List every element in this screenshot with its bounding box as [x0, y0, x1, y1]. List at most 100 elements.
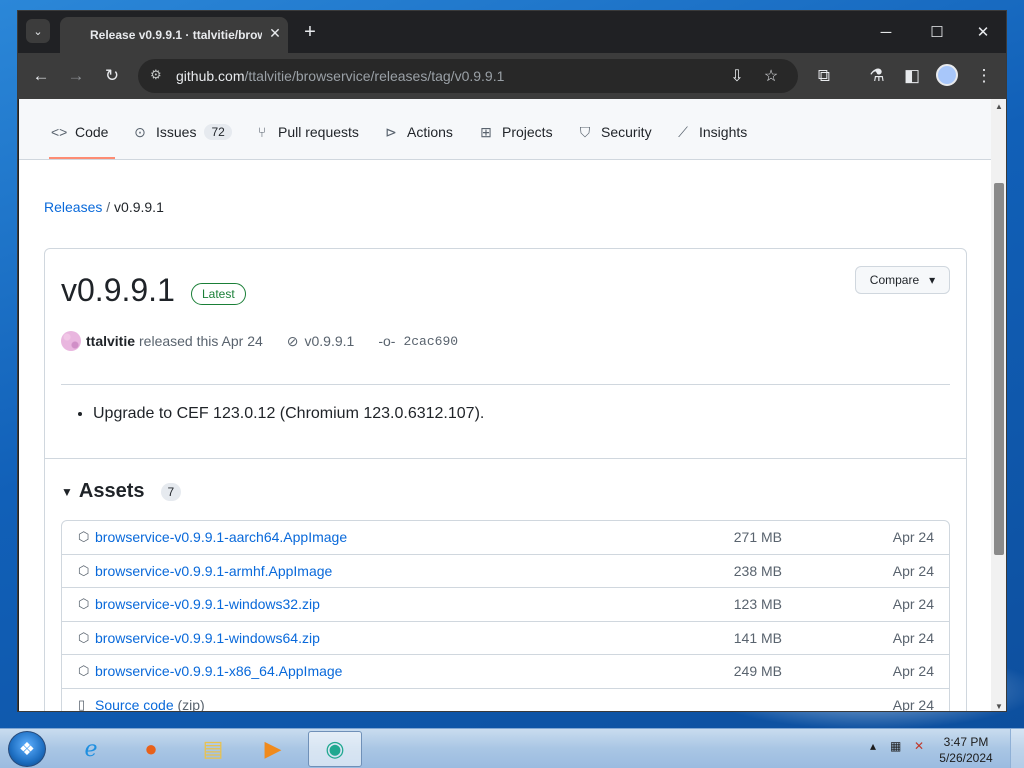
release-meta: ttalvitie released this Apr 24 ⊘ v0.9.9.…	[61, 331, 458, 351]
labs-button[interactable]: ⚗	[865, 64, 889, 88]
start-button[interactable]: ❖	[8, 731, 46, 767]
close-icon: ✕	[976, 24, 990, 41]
tab-code[interactable]: <> Code	[51, 121, 108, 143]
tab-strip: ⌄ Release v0.9.9.1 · ttalvitie/browservi…	[18, 11, 1006, 53]
side-panel-button[interactable]: ◧	[900, 64, 924, 88]
tab-insights[interactable]: ⟋ Insights	[675, 121, 747, 143]
asset-row: ▯ Source code (zip) Apr 24	[62, 689, 949, 712]
reload-button[interactable]: ↻	[100, 64, 124, 88]
author-link[interactable]: ttalvitie	[86, 333, 135, 349]
author-avatar[interactable]	[61, 331, 81, 351]
asset-list: ⬡ browservice-v0.9.9.1-aarch64.AppImage …	[61, 520, 950, 712]
breadcrumb-releases-link[interactable]: Releases	[44, 199, 102, 215]
clock[interactable]: 3:47 PM 5/26/2024	[936, 734, 996, 766]
internet-explorer-icon: ℯ	[84, 736, 98, 761]
issues-counter: 72	[204, 124, 232, 140]
asset-link[interactable]: browservice-v0.9.9.1-windows32.zip	[95, 596, 320, 612]
asset-size: 271 MB	[733, 529, 782, 545]
scroll-thumb[interactable]	[994, 183, 1004, 555]
bookmark-star-icon[interactable]: ☆	[760, 65, 782, 87]
address-bar[interactable]: ⚙ github.com/ttalvitie/browservice/relea…	[138, 59, 798, 93]
asset-date: Apr 24	[892, 696, 934, 712]
install-app-icon[interactable]: ⇩	[726, 65, 748, 87]
page-viewport: <> Code ⊙ Issues 72 ⑂ Pull requests ⊳ Ac…	[19, 99, 991, 712]
asset-name: browservice-v0.9.9.1-x86_64.AppImage	[95, 663, 343, 679]
browser-toolbar: ← → ↻ ⚙ github.com/ttalvitie/browservice…	[18, 53, 1006, 99]
kebab-menu-icon: ⋮	[975, 66, 993, 85]
tag-link[interactable]: v0.9.9.1	[305, 333, 355, 349]
tab-code-label: Code	[75, 124, 109, 140]
file-zip-icon: ▯	[78, 696, 86, 712]
maximize-button[interactable]: ☐	[922, 19, 952, 45]
address-url: github.com/ttalvitie/browservice/release…	[176, 68, 504, 84]
site-info-icon[interactable]: ⚙	[150, 67, 162, 83]
forward-button[interactable]: →	[64, 64, 88, 88]
asset-size: 123 MB	[733, 596, 782, 612]
tab-actions[interactable]: ⊳ Actions	[383, 121, 453, 143]
reload-icon: ↻	[104, 66, 120, 85]
taskbar-app-explorer[interactable]: ▤	[186, 731, 240, 767]
shield-icon: ⛉	[579, 123, 591, 140]
asset-name: browservice-v0.9.9.1-aarch64.AppImage	[95, 529, 348, 545]
page-scrollbar[interactable]: ▲ ▼	[991, 99, 1006, 711]
tab-issues[interactable]: ⊙ Issues 72	[132, 121, 232, 143]
show-desktop-button[interactable]	[1010, 729, 1024, 768]
folder-icon: ▤	[202, 736, 224, 761]
tab-security-label: Security	[601, 124, 652, 140]
tab-security[interactable]: ⛉ Security	[577, 121, 652, 143]
taskbar-app-firefox[interactable]: ●	[124, 731, 178, 767]
taskbar: ❖ ℯ ● ▤ ▶ ◉ ▴ ▦ ✕ 3:47 PM 5/26/2024	[0, 728, 1024, 768]
asset-name: browservice-v0.9.9.1-windows64.zip	[95, 629, 320, 646]
table-icon: ⊞	[480, 123, 492, 140]
tag-icon: ⊘	[286, 332, 299, 349]
released-text: released this Apr 24	[139, 333, 263, 349]
repo-nav: <> Code ⊙ Issues 72 ⑂ Pull requests ⊳ Ac…	[19, 99, 991, 160]
breadcrumb-separator: /	[106, 199, 111, 215]
caret-down-icon: ▼	[61, 484, 73, 499]
asset-link[interactable]: Source code (zip)	[95, 696, 205, 712]
asset-link[interactable]: browservice-v0.9.9.1-windows64.zip	[95, 630, 320, 646]
volume-muted-icon[interactable]: ✕	[914, 739, 924, 753]
back-button[interactable]: ←	[29, 64, 53, 88]
taskbar-app-browser[interactable]: ◉	[308, 731, 362, 767]
asset-size: 249 MB	[733, 663, 782, 679]
asset-link[interactable]: browservice-v0.9.9.1-armhf.AppImage	[95, 563, 332, 579]
menu-button[interactable]: ⋮	[972, 64, 996, 88]
scroll-down-arrow-icon[interactable]: ▼	[991, 699, 1006, 711]
arrow-left-icon: ←	[32, 66, 50, 85]
show-hidden-icons-icon[interactable]: ▴	[870, 739, 876, 753]
release-title[interactable]: v0.9.9.1	[61, 272, 175, 309]
compare-button[interactable]: Compare ▾	[855, 266, 950, 294]
release-note-item: Upgrade to CEF 123.0.12 (Chromium 123.0.…	[93, 405, 484, 423]
asset-link[interactable]: browservice-v0.9.9.1-x86_64.AppImage	[95, 663, 342, 679]
asset-row: ⬡ browservice-v0.9.9.1-armhf.AppImage 23…	[62, 555, 949, 588]
asset-size: 141 MB	[733, 629, 782, 646]
side-panel-icon: ◧	[903, 66, 921, 85]
new-tab-button[interactable]: +	[298, 20, 322, 44]
minimize-button[interactable]: ─	[871, 19, 901, 45]
asset-suffix: (zip)	[177, 696, 205, 712]
close-window-button[interactable]: ✕	[968, 19, 998, 45]
tab-projects[interactable]: ⊞ Projects	[478, 121, 552, 143]
asset-link[interactable]: browservice-v0.9.9.1-aarch64.AppImage	[95, 529, 347, 545]
package-icon: ⬡	[78, 663, 90, 678]
taskbar-app-media-player[interactable]: ▶	[246, 731, 300, 767]
asset-name: browservice-v0.9.9.1-windows32.zip	[95, 596, 320, 612]
tab-pull-requests[interactable]: ⑂ Pull requests	[254, 121, 359, 143]
tab-search-button[interactable]: ⌄	[26, 19, 50, 43]
active-tab[interactable]: Release v0.9.9.1 · ttalvitie/browservice…	[60, 17, 288, 53]
assets-toggle[interactable]: ▼ Assets 7	[61, 480, 182, 503]
asset-name: browservice-v0.9.9.1-armhf.AppImage	[95, 562, 333, 579]
taskbar-app-internet-explorer[interactable]: ℯ	[64, 731, 118, 767]
latest-badge: Latest	[191, 283, 246, 305]
url-host: github.com	[176, 68, 245, 84]
profile-avatar[interactable]	[936, 64, 958, 86]
tab-close-button[interactable]: ✕	[266, 24, 284, 42]
asset-row: ⬡ browservice-v0.9.9.1-windows32.zip 123…	[62, 588, 949, 622]
package-icon: ⬡	[78, 562, 90, 578]
network-icon[interactable]: ▦	[890, 739, 901, 753]
extensions-button[interactable]: ⧉	[812, 64, 836, 88]
commit-link[interactable]: 2cac690	[403, 334, 458, 349]
chevron-down-icon: ⌄	[33, 25, 43, 38]
scroll-up-arrow-icon[interactable]: ▲	[991, 99, 1006, 113]
